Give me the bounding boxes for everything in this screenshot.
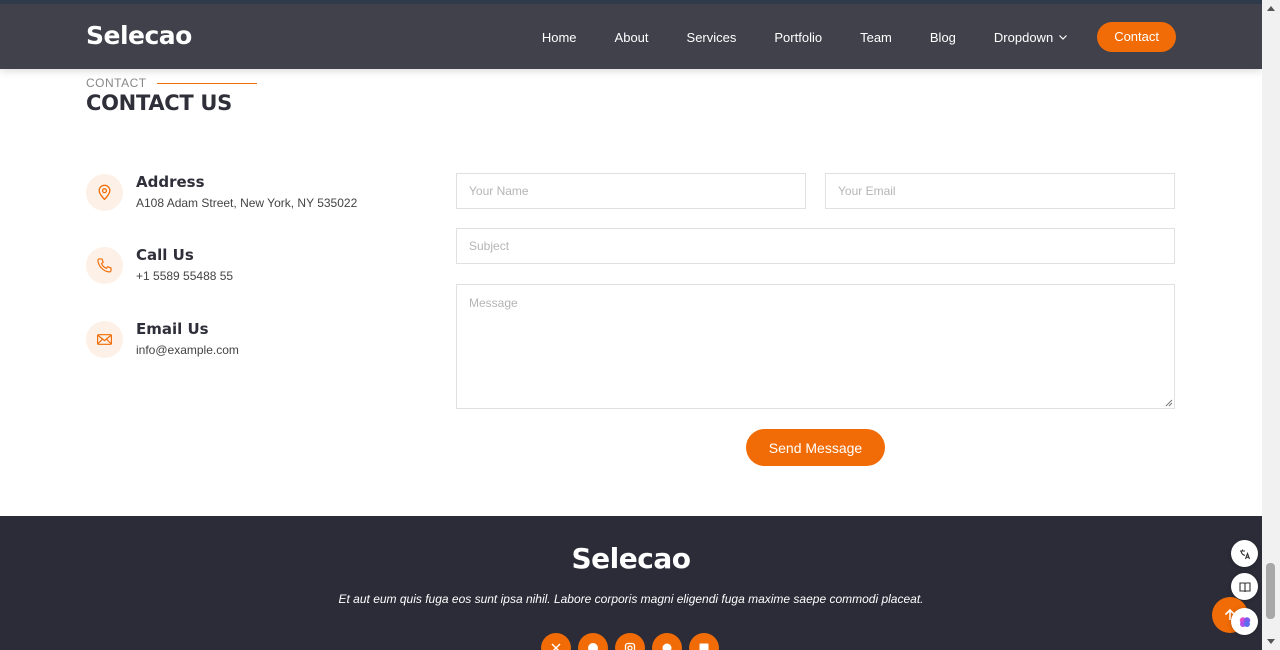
reader-tool-button[interactable]	[1231, 573, 1258, 600]
footer-text: Et aut eum quis fuga eos sunt ipsa nihil…	[338, 592, 924, 606]
footer-logo: Selecao	[571, 542, 691, 575]
ai-assistant-button[interactable]	[1231, 608, 1258, 635]
info-address: Address A108 Adam Street, New York, NY 5…	[86, 173, 357, 211]
site-footer: Selecao Et aut eum quis fuga eos sunt ip…	[0, 516, 1262, 650]
email-input[interactable]	[825, 173, 1175, 209]
book-icon	[1238, 581, 1251, 592]
message-textarea[interactable]	[456, 284, 1175, 409]
scrollbar-thumb[interactable]	[1266, 563, 1275, 619]
nav-about[interactable]: About	[615, 30, 649, 45]
phone-icon	[86, 247, 123, 284]
nav-home[interactable]: Home	[542, 30, 577, 45]
x-twitter-icon[interactable]	[541, 633, 571, 650]
nav-team[interactable]: Team	[860, 30, 892, 45]
nav-dropdown-label: Dropdown	[993, 29, 1054, 45]
skype-icon[interactable]	[652, 633, 682, 650]
translate-tool-button[interactable]	[1231, 540, 1258, 567]
info-email-title: Email Us	[136, 320, 209, 338]
section-subtitle-text: CONTACT	[86, 76, 147, 90]
info-address-text: A108 Adam Street, New York, NY 535022	[136, 196, 358, 210]
instagram-icon[interactable]	[615, 633, 645, 650]
nav-contact-button[interactable]: Contact	[1097, 22, 1176, 52]
resize-grip-icon[interactable]	[1164, 398, 1173, 407]
section-subtitle: CONTACT	[86, 76, 257, 90]
nav-services[interactable]: Services	[687, 30, 737, 45]
scroll-up-arrow-icon[interactable]	[1267, 6, 1275, 11]
nav-dropdown[interactable]: Dropdown	[994, 30, 1068, 45]
scroll-down-arrow-icon[interactable]	[1267, 639, 1275, 644]
info-address-title: Address	[136, 173, 205, 191]
translate-icon	[1239, 549, 1250, 559]
page-scrollbar[interactable]	[1262, 0, 1280, 650]
nav-blog[interactable]: Blog	[930, 30, 956, 45]
info-call-text: +1 5589 55488 55	[136, 269, 234, 283]
nav-portfolio[interactable]: Portfolio	[774, 30, 822, 45]
info-email: Email Us info@example.com	[86, 320, 239, 358]
facebook-icon[interactable]	[578, 633, 608, 650]
envelope-icon	[86, 321, 123, 358]
subject-input[interactable]	[456, 228, 1175, 264]
subtitle-divider	[156, 82, 257, 84]
linkedin-icon[interactable]	[689, 633, 719, 650]
name-input[interactable]	[456, 173, 806, 209]
site-logo[interactable]: Selecao	[86, 21, 192, 50]
info-call: Call Us +1 5589 55488 55	[86, 246, 233, 284]
info-call-title: Call Us	[136, 246, 194, 264]
section-title: CONTACT US	[86, 91, 233, 115]
info-email-text: info@example.com	[136, 343, 239, 357]
send-message-button[interactable]: Send Message	[746, 429, 885, 466]
map-pin-icon	[86, 174, 123, 211]
brain-icon	[1239, 616, 1250, 627]
chevron-down-icon	[1059, 35, 1068, 40]
main-nav: Home About Services Portfolio Team Blog …	[504, 22, 1176, 52]
social-links	[541, 633, 726, 650]
site-header: Selecao Home About Services Portfolio Te…	[0, 0, 1262, 69]
